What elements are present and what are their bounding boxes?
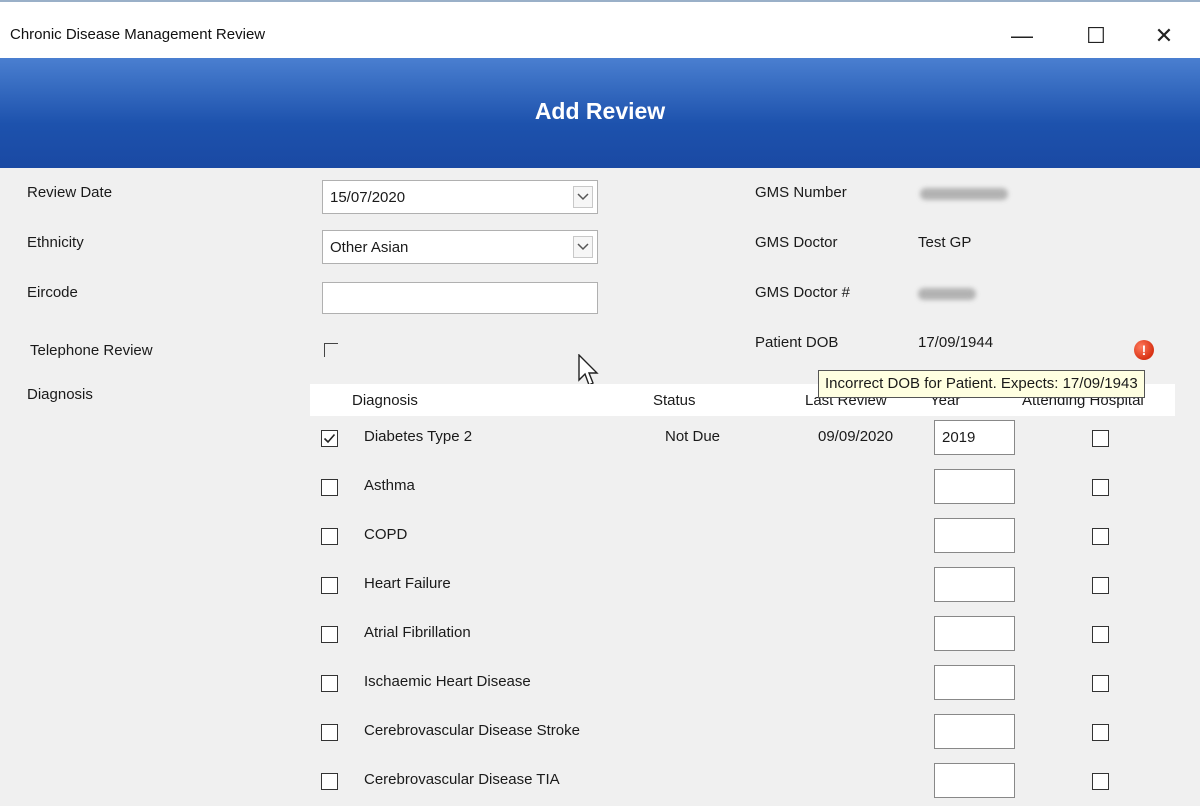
diagnosis-name: Ischaemic Heart Disease: [364, 673, 531, 690]
patient-dob-value: 17/09/1944: [918, 334, 994, 351]
review-date-picker[interactable]: 15/07/2020: [322, 180, 598, 214]
diagnosis-status: Not Due: [665, 428, 721, 445]
year-input[interactable]: [934, 616, 1015, 651]
table-row: Asthma: [310, 463, 1175, 512]
table-row: Heart Failure: [310, 561, 1175, 610]
attending-hospital-checkbox[interactable]: [1092, 773, 1109, 790]
chevron-down-icon[interactable]: [573, 186, 593, 208]
error-icon[interactable]: !: [1134, 340, 1154, 360]
review-date-value: 15/07/2020: [330, 189, 406, 206]
check-icon: [323, 433, 336, 444]
table-row: Cerebrovascular Disease TIA: [310, 757, 1175, 806]
dob-error-tooltip: Incorrect DOB for Patient. Expects: 17/0…: [818, 370, 1145, 398]
ethnicity-label: Ethnicity: [27, 234, 84, 251]
table-row: COPD: [310, 512, 1175, 561]
attending-hospital-checkbox[interactable]: [1092, 626, 1109, 643]
window-title-bar: Chronic Disease Management Review — ☐ ✕: [0, 0, 1200, 58]
ethnicity-value: Other Asian: [330, 239, 409, 256]
diagnosis-name: Diabetes Type 2: [364, 428, 473, 445]
diagnosis-select-checkbox[interactable]: [321, 675, 338, 692]
diagnosis-select-checkbox[interactable]: [321, 773, 338, 790]
table-row: Diabetes Type 2 Not Due 09/09/2020 2019: [310, 414, 1175, 463]
diagnosis-select-checkbox[interactable]: [321, 479, 338, 496]
page-title: Add Review: [534, 98, 666, 124]
mouse-cursor-icon: [578, 354, 599, 386]
header-banner: Add Review: [0, 58, 1200, 168]
year-input[interactable]: [934, 567, 1015, 602]
table-row: Atrial Fibrillation: [310, 610, 1175, 659]
gms-number-label: GMS Number: [755, 184, 847, 201]
table-row: Ischaemic Heart Disease: [310, 659, 1175, 708]
maximize-button[interactable]: ☐: [1076, 16, 1116, 56]
diagnosis-name: COPD: [364, 526, 408, 543]
ethnicity-select[interactable]: Other Asian: [322, 230, 598, 264]
diagnosis-label: Diagnosis: [27, 386, 93, 403]
gms-doctor-label: GMS Doctor: [755, 234, 838, 251]
attending-hospital-checkbox[interactable]: [1092, 528, 1109, 545]
diagnosis-select-checkbox[interactable]: [321, 577, 338, 594]
gms-doctor-value: Test GP: [918, 234, 972, 251]
attending-hospital-checkbox[interactable]: [1092, 479, 1109, 496]
diagnosis-select-checkbox[interactable]: [321, 430, 338, 447]
eircode-label: Eircode: [27, 284, 78, 301]
gms-number-redacted: [920, 188, 1008, 200]
close-button[interactable]: ✕: [1144, 16, 1184, 56]
gms-doctor-number-redacted: [918, 288, 976, 300]
year-input[interactable]: [934, 714, 1015, 749]
attending-hospital-checkbox[interactable]: [1092, 430, 1109, 447]
eircode-field[interactable]: [322, 282, 598, 314]
telephone-review-checkbox[interactable]: [324, 343, 338, 357]
attending-hospital-checkbox[interactable]: [1092, 577, 1109, 594]
diagnosis-select-checkbox[interactable]: [321, 626, 338, 643]
table-row: Cerebrovascular Disease Stroke: [310, 708, 1175, 757]
attending-hospital-checkbox[interactable]: [1092, 675, 1109, 692]
year-value: 2019: [942, 429, 976, 446]
minimize-button[interactable]: —: [1002, 16, 1042, 56]
diagnosis-name: Heart Failure: [364, 575, 451, 592]
diagnosis-select-checkbox[interactable]: [321, 724, 338, 741]
telephone-review-label: Telephone Review: [30, 342, 153, 359]
gms-doctor-number-label: GMS Doctor #: [755, 284, 851, 301]
year-input[interactable]: 2019: [934, 420, 1015, 455]
column-header-status[interactable]: Status: [653, 392, 696, 409]
year-input[interactable]: [934, 763, 1015, 798]
diagnosis-name: Asthma: [364, 477, 415, 494]
diagnosis-name: Atrial Fibrillation: [364, 624, 471, 641]
window-title: Chronic Disease Management Review: [10, 26, 266, 43]
column-header-diagnosis[interactable]: Diagnosis: [352, 392, 418, 409]
review-date-label: Review Date: [27, 184, 113, 201]
diagnosis-select-checkbox[interactable]: [321, 528, 338, 545]
year-input[interactable]: [934, 665, 1015, 700]
diagnosis-name: Cerebrovascular Disease TIA: [364, 771, 560, 788]
year-input[interactable]: [934, 469, 1015, 504]
year-input[interactable]: [934, 518, 1015, 553]
diagnosis-name: Cerebrovascular Disease Stroke: [364, 722, 580, 739]
patient-dob-label: Patient DOB: [755, 334, 839, 351]
diagnosis-last-review: 09/09/2020: [818, 428, 894, 445]
attending-hospital-checkbox[interactable]: [1092, 724, 1109, 741]
chevron-down-icon[interactable]: [573, 236, 593, 258]
